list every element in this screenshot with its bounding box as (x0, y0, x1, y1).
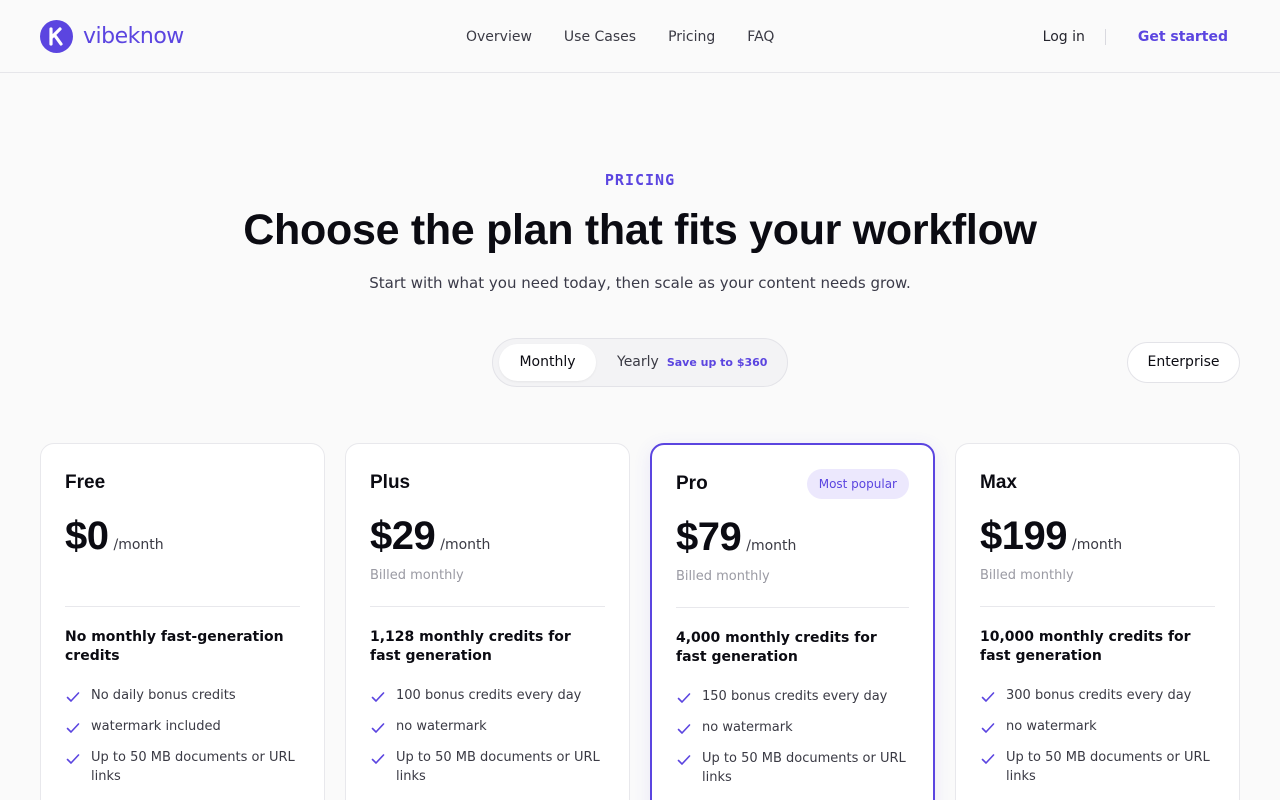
feature-text: no watermark (1006, 719, 1097, 734)
page-title: Choose the plan that fits your workflow (243, 206, 1037, 254)
plan-name: Free (65, 472, 106, 493)
nav-actions: Log in Get started (1043, 27, 1228, 47)
plan-period: /month (1071, 537, 1123, 553)
logo[interactable]: vibeknow (40, 20, 184, 53)
plan-credits: 4,000 monthly credits for fast generatio… (676, 630, 877, 665)
feature-item: no watermark (980, 717, 1215, 736)
feature-text: no watermark (702, 720, 793, 735)
plan-credits: 10,000 monthly credits for fast generati… (980, 629, 1191, 664)
feature-item: no watermark (370, 717, 605, 736)
top-nav: vibeknow Overview Use Cases Pricing FAQ … (0, 0, 1280, 73)
plan-card-pro: Pro Most popular $79 /month Billed month… (650, 443, 935, 800)
feature-list: 100 bonus credits every day no watermark… (370, 686, 605, 798)
feature-item: Up to 50 MB documents or URL links (676, 749, 909, 787)
plan-name: Max (980, 472, 1017, 493)
most-popular-badge: Most popular (806, 469, 909, 499)
check-icon (981, 723, 995, 733)
billing-yearly-label: Yearly (617, 354, 659, 370)
price-row: $199 /month (980, 514, 1122, 559)
feature-item: Up to 50 MB documents or URL links (65, 748, 300, 786)
feature-list: 150 bonus credits every day no watermark… (676, 687, 909, 799)
plan-name: Plus (370, 472, 411, 493)
plan-card-free: Free $0 /month No monthly fast-generatio… (40, 443, 325, 800)
billing-yearly-option[interactable]: Yearly Save up to $360 (617, 344, 767, 381)
feature-text: watermark included (91, 719, 221, 734)
page-subtitle: Start with what you need today, then sca… (369, 274, 911, 292)
save-badge: Save up to $360 (666, 356, 768, 369)
check-icon (66, 754, 80, 764)
plan-period: /month (746, 538, 797, 554)
price-row: $0 /month (65, 514, 164, 559)
billing-monthly-option[interactable]: Monthly (499, 344, 596, 381)
check-icon (981, 754, 995, 764)
plan-price: $29 (370, 514, 436, 558)
nav-link-overview[interactable]: Overview (466, 27, 532, 47)
card-divider (65, 606, 300, 607)
billing-note: Billed monthly (980, 568, 1074, 583)
feature-text: no watermark (396, 719, 487, 734)
plan-period: /month (440, 537, 491, 553)
billing-toggle: Monthly Yearly Save up to $360 (492, 338, 788, 387)
get-started-link[interactable]: Get started (1138, 27, 1228, 47)
check-icon (371, 692, 385, 702)
feature-item: No daily bonus credits (65, 686, 300, 705)
nav-link-pricing[interactable]: Pricing (668, 27, 715, 47)
check-icon (981, 692, 995, 702)
feature-text: Up to 50 MB documents or URL links (396, 750, 600, 784)
feature-item: 300 bonus credits every day (980, 686, 1215, 705)
section-eyebrow: PRICING (604, 171, 676, 189)
card-divider (980, 606, 1215, 607)
billing-note: Billed monthly (676, 569, 770, 584)
check-icon (677, 755, 691, 765)
plan-price: $79 (676, 515, 742, 559)
brand-name: vibeknow (83, 24, 184, 49)
feature-text: Up to 50 MB documents or URL links (702, 751, 906, 785)
billing-note: Billed monthly (370, 568, 464, 583)
nav-link-faq[interactable]: FAQ (747, 27, 774, 47)
plan-period: /month (113, 537, 164, 553)
login-link[interactable]: Log in (1043, 27, 1085, 47)
card-divider (676, 607, 909, 608)
plan-card-plus: Plus $29 /month Billed monthly 1,128 mon… (345, 443, 630, 800)
check-icon (371, 754, 385, 764)
feature-text: Up to 50 MB documents or URL links (91, 750, 295, 784)
nav-links: Overview Use Cases Pricing FAQ (466, 27, 806, 47)
nav-link-use-cases[interactable]: Use Cases (564, 27, 636, 47)
enterprise-button[interactable]: Enterprise (1127, 342, 1240, 383)
plan-price: $0 (65, 514, 109, 558)
plan-credits: No monthly fast-generation credits (65, 629, 284, 664)
feature-text: 150 bonus credits every day (702, 689, 888, 704)
plan-name: Pro (676, 473, 708, 494)
nav-divider (1104, 29, 1106, 45)
feature-list: 300 bonus credits every day no watermark… (980, 686, 1215, 798)
feature-text: 100 bonus credits every day (396, 688, 582, 703)
card-divider (370, 606, 605, 607)
check-icon (371, 723, 385, 733)
price-row: $29 /month (370, 514, 490, 559)
plan-credits: 1,128 monthly credits for fast generatio… (370, 629, 571, 664)
feature-item: 100 bonus credits every day (370, 686, 605, 705)
feature-text: Up to 50 MB documents or URL links (1006, 750, 1210, 784)
check-icon (677, 724, 691, 734)
feature-text: 300 bonus credits every day (1006, 688, 1192, 703)
price-row: $79 /month (676, 515, 796, 560)
feature-item: watermark included (65, 717, 300, 736)
feature-item: 150 bonus credits every day (676, 687, 909, 706)
plan-card-max: Max $199 /month Billed monthly 10,000 mo… (955, 443, 1240, 800)
feature-item: no watermark (676, 718, 909, 737)
feature-list: No daily bonus credits watermark include… (65, 686, 300, 798)
check-icon (677, 693, 691, 703)
feature-item: Up to 50 MB documents or URL links (370, 748, 605, 786)
feature-text: No daily bonus credits (91, 688, 236, 703)
check-icon (66, 723, 80, 733)
check-icon (66, 692, 80, 702)
logo-icon (40, 20, 73, 53)
feature-item: Up to 50 MB documents or URL links (980, 748, 1215, 786)
plan-price: $199 (980, 514, 1067, 558)
